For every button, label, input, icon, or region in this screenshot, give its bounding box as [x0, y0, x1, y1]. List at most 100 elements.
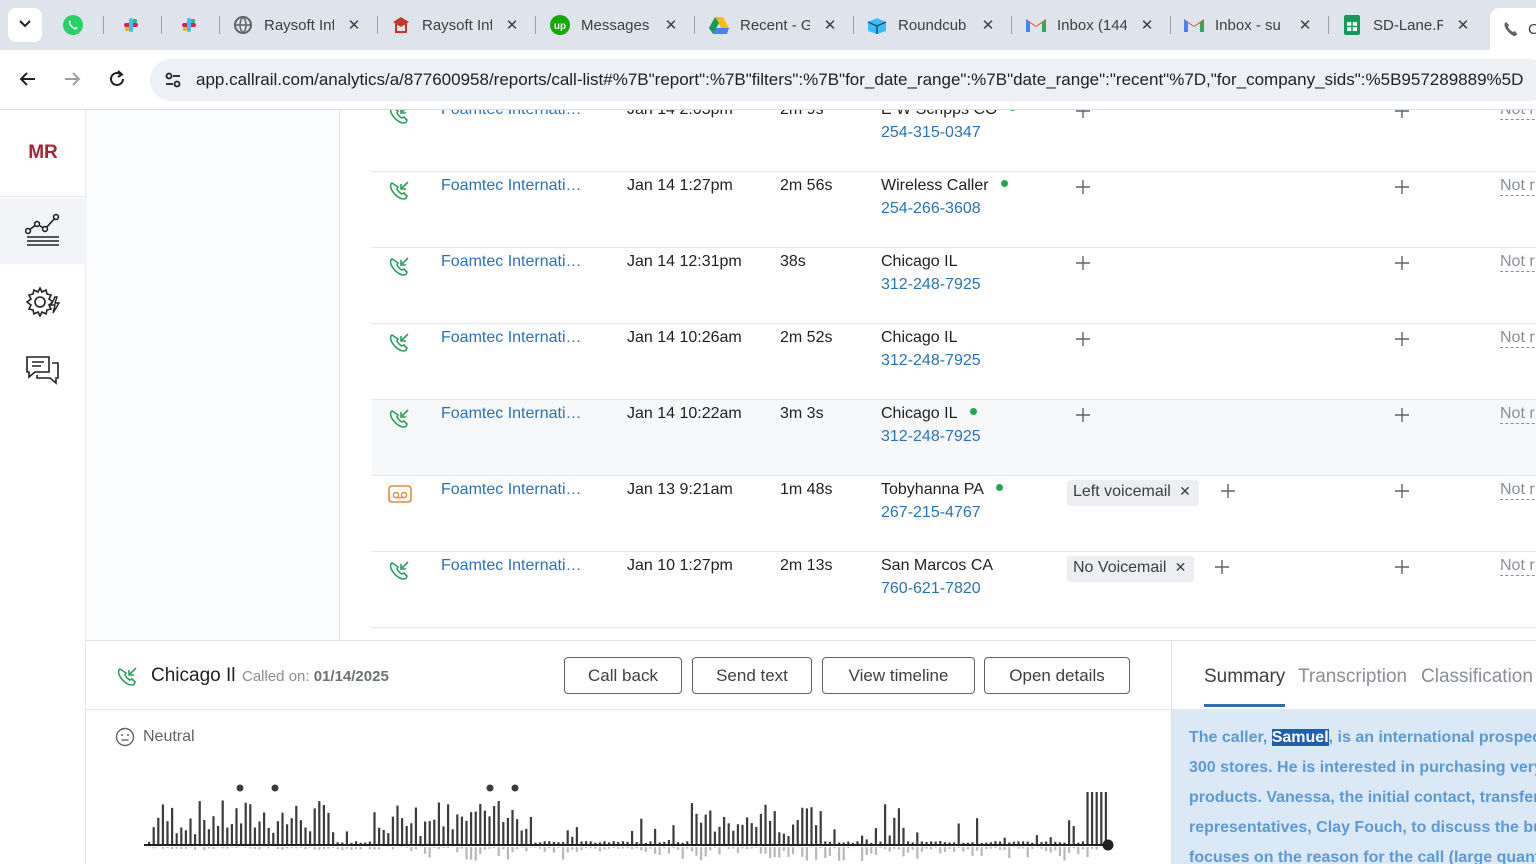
table-row[interactable]: Foamtec Internati… Jan 14 2:03pm 2m 9s E W …	[372, 110, 1536, 172]
company-link[interactable]: Foamtec Internati…	[441, 557, 591, 575]
caller-phone-link[interactable]: 312-248-7925	[881, 352, 981, 370]
playhead-handle[interactable]	[1102, 839, 1114, 851]
tab-transcription[interactable]: Transcription	[1298, 666, 1407, 688]
waveform-marker[interactable]	[511, 784, 519, 792]
add-note-button[interactable]	[1394, 483, 1416, 505]
waveform-bar	[805, 847, 808, 861]
table-row[interactable]: Foamtec Internati… Jan 14 10:22am 3m 3s Chi…	[372, 400, 1536, 476]
add-note-button[interactable]	[1394, 255, 1416, 277]
lead-status[interactable]: Not r	[1500, 253, 1536, 272]
waveform-bar	[930, 841, 933, 844]
tab-raysoft-1[interactable]: Raysoft Inf ✕	[232, 8, 372, 42]
company-link[interactable]: Foamtec Internati…	[441, 405, 591, 423]
company-link[interactable]: Foamtec Internati…	[441, 110, 591, 119]
caller-name: San Marcos CA	[881, 557, 993, 575]
waveform-bar	[865, 839, 868, 844]
tab-gmail-inbox[interactable]: Inbox (144 ✕	[1025, 8, 1165, 42]
tab-summary[interactable]: Summary	[1204, 666, 1286, 707]
rail-item-settings[interactable]	[0, 271, 86, 337]
plus-icon	[1394, 256, 1410, 275]
add-tag-button[interactable]	[1214, 559, 1236, 581]
waveform-marker[interactable]	[271, 784, 279, 792]
tab-slack-1[interactable]	[120, 8, 148, 42]
waveform-bar	[700, 847, 703, 861]
tab-slack-2[interactable]	[178, 8, 206, 42]
tab-raysoft-2[interactable]: Raysoft Inf ✕	[390, 8, 530, 42]
waveform-marker[interactable]	[486, 784, 494, 792]
add-note-button[interactable]	[1394, 331, 1416, 353]
forward-button[interactable]	[57, 64, 87, 94]
rail-item-analytics[interactable]	[0, 198, 86, 264]
add-tag-button[interactable]	[1075, 331, 1097, 353]
call-tag: No Voicemail ✕	[1067, 556, 1195, 582]
remove-tag-icon[interactable]: ✕	[1175, 559, 1187, 576]
tab-search-button[interactable]	[8, 8, 42, 42]
waveform-bar	[902, 847, 905, 857]
company-link[interactable]: Foamtec Internati…	[441, 481, 591, 499]
add-note-button[interactable]	[1394, 559, 1416, 581]
add-note-button[interactable]	[1394, 110, 1416, 125]
close-icon[interactable]: ✕	[980, 17, 996, 34]
caller-name: Chicago IL	[881, 329, 958, 347]
tab-gmail-inbox-2[interactable]: Inbox - su ✕	[1183, 8, 1323, 42]
reload-button[interactable]	[102, 64, 132, 94]
back-button[interactable]	[13, 64, 43, 94]
caller-phone-link[interactable]: 254-315-0347	[881, 124, 981, 142]
lead-status[interactable]: Not r	[1500, 177, 1536, 196]
avatar[interactable]: MR	[0, 130, 86, 176]
tab-classification[interactable]: Classification	[1421, 666, 1533, 688]
tab-roundcube[interactable]: Roundcub ✕	[866, 8, 1006, 42]
close-icon[interactable]: ✕	[346, 17, 362, 34]
close-icon[interactable]: ✕	[663, 17, 679, 34]
call-back-button[interactable]: Call back	[564, 657, 682, 694]
table-row[interactable]: Foamtec Internati… Jan 14 12:31pm 38s Chica…	[372, 248, 1536, 324]
waveform-bar	[539, 842, 542, 844]
tab-callrail-active[interactable]: C	[1490, 8, 1536, 50]
table-row[interactable]: Foamtec Internati… Jan 10 1:27pm 2m 13s San…	[372, 552, 1536, 628]
open-details-button[interactable]: Open details	[984, 657, 1130, 694]
view-timeline-button[interactable]: View timeline	[822, 657, 975, 694]
table-row[interactable]: Foamtec Internati… Jan 14 1:27pm 2m 56s Wir…	[372, 172, 1536, 248]
address-bar[interactable]: app.callrail.com/analytics/a/877600958/r…	[150, 59, 1536, 101]
company-link[interactable]: Foamtec Internati…	[441, 329, 591, 347]
close-icon[interactable]: ✕	[504, 17, 520, 34]
lead-status[interactable]: Not r	[1500, 481, 1536, 500]
lead-status[interactable]: Not r	[1500, 557, 1536, 576]
add-tag-button[interactable]	[1075, 179, 1097, 201]
tab-google-drive[interactable]: Recent - G ✕	[708, 8, 848, 42]
close-icon[interactable]: ✕	[1297, 17, 1313, 34]
add-note-button[interactable]	[1394, 407, 1416, 429]
lead-status[interactable]: Not r	[1500, 110, 1536, 120]
close-icon[interactable]: ✕	[1139, 17, 1155, 34]
caller-phone-link[interactable]: 267-215-4767	[881, 504, 981, 522]
rail-item-conversations[interactable]	[0, 339, 86, 405]
add-note-button[interactable]	[1394, 179, 1416, 201]
caller-phone-link[interactable]: 312-248-7925	[881, 276, 981, 294]
waveform-bar	[879, 841, 882, 844]
company-link[interactable]: Foamtec Internati…	[441, 177, 591, 195]
add-tag-button[interactable]	[1075, 110, 1097, 125]
send-text-button[interactable]: Send text	[692, 657, 812, 694]
tab-whatsapp[interactable]	[62, 8, 90, 42]
remove-tag-icon[interactable]: ✕	[1179, 483, 1191, 500]
add-tag-button[interactable]	[1075, 255, 1097, 277]
close-icon[interactable]: ✕	[1455, 17, 1471, 34]
table-row[interactable]: Foamtec Internati… Jan 14 10:26am 2m 52s Ch…	[372, 324, 1536, 400]
caller-phone-link[interactable]: 312-248-7925	[881, 428, 981, 446]
add-tag-button[interactable]	[1220, 483, 1242, 505]
caller-phone-link[interactable]: 254-266-3608	[881, 200, 981, 218]
tab-google-sheets[interactable]: SD-Lane.R ✕	[1341, 8, 1481, 42]
close-icon[interactable]: ✕	[822, 17, 838, 34]
add-tag-button[interactable]	[1075, 407, 1097, 429]
lead-status[interactable]: Not r	[1500, 329, 1536, 348]
waveform-marker[interactable]	[236, 784, 244, 792]
site-info-button[interactable]	[158, 65, 188, 95]
caller-phone-link[interactable]: 760-621-7820	[881, 580, 981, 598]
tab-upwork-messages[interactable]: up Messages ✕	[549, 8, 689, 42]
call-audio-waveform[interactable]	[144, 781, 1114, 864]
lead-status[interactable]: Not r	[1500, 405, 1536, 424]
company-link[interactable]: Foamtec Internati…	[441, 253, 591, 271]
waveform-bar	[838, 847, 841, 861]
table-row[interactable]: Foamtec Internati… Jan 13 9:21am 1m 48s Tob…	[372, 476, 1536, 552]
waveform-bar	[244, 847, 247, 848]
